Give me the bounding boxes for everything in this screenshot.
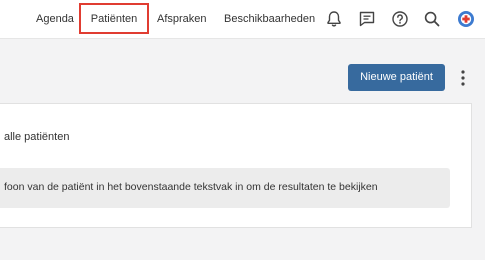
top-navigation-bar: Agenda Patiënten Afspraken Beschikbaarhe… (0, 0, 485, 39)
nav-item-beschikbaarheden[interactable]: Beschikbaarheden (224, 12, 315, 26)
card-title: alle patiënten (4, 131, 70, 143)
nav-item-afspraken[interactable]: Afspraken (157, 12, 207, 26)
chat-icon[interactable] (357, 9, 377, 29)
more-vertical-icon[interactable] (455, 67, 471, 89)
nav-item-agenda[interactable]: Agenda (36, 12, 74, 26)
help-icon[interactable] (390, 9, 410, 29)
nav-item-patienten-label: Patiënten (90, 13, 138, 25)
logo-icon[interactable] (456, 9, 476, 29)
patients-card: alle patiënten foon van de patiënt in he… (0, 103, 472, 228)
nav-item-patienten[interactable]: Patiënten (79, 3, 149, 34)
search-hint-box: foon van de patiënt in het bovenstaande … (0, 168, 450, 208)
bell-icon[interactable] (324, 9, 344, 29)
search-hint-text: foon van de patiënt in het bovenstaande … (4, 181, 378, 193)
new-patient-button[interactable]: Nieuwe patiënt (348, 64, 445, 91)
search-icon[interactable] (422, 9, 442, 29)
